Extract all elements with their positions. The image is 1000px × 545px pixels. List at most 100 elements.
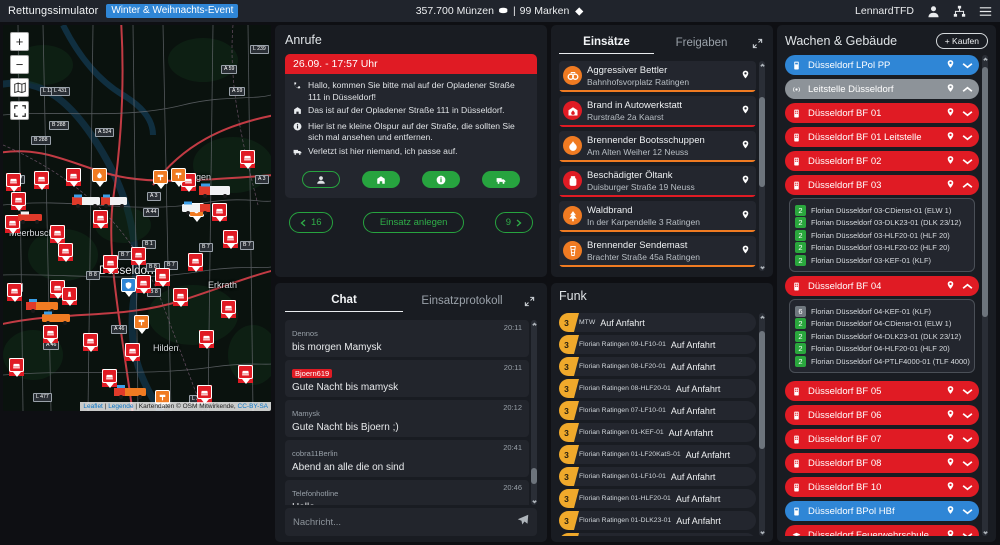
- location-pin-icon[interactable]: [946, 80, 955, 98]
- chevron-up-icon[interactable]: [962, 176, 973, 194]
- buildings-scrollbar-thumb[interactable]: [982, 67, 988, 317]
- location-pin-icon[interactable]: [946, 406, 955, 424]
- buildings-list[interactable]: Düsseldorf LPol PP Leitstelle Düsseldorf…: [785, 55, 988, 536]
- send-button[interactable]: [517, 513, 529, 531]
- chat-input-row[interactable]: [285, 508, 537, 536]
- leaflet-link[interactable]: Leaflet: [83, 403, 103, 410]
- radio-scrollbar-thumb[interactable]: [759, 331, 765, 449]
- map-marker[interactable]: [83, 333, 98, 352]
- legend-link[interactable]: Legende: [108, 403, 133, 410]
- create-mission-button[interactable]: Einsatz anlegen: [362, 212, 465, 233]
- unit-row[interactable]: 2 Florian Düsseldorf 04-PTLF4000-01 (TLF …: [795, 355, 970, 367]
- location-pin-icon[interactable]: [741, 172, 750, 190]
- map-marker[interactable]: [125, 343, 140, 362]
- zoom-out-button[interactable]: −: [10, 55, 29, 74]
- map-marker[interactable]: [43, 325, 58, 344]
- layers-button[interactable]: [10, 78, 29, 97]
- location-pin-icon[interactable]: [741, 137, 750, 155]
- menu-icon[interactable]: [979, 5, 992, 18]
- buy-building-button[interactable]: + Kaufen: [935, 33, 988, 49]
- map-marker[interactable]: [199, 330, 214, 349]
- map-marker[interactable]: [62, 287, 77, 306]
- chevron-down-icon[interactable]: [962, 478, 973, 496]
- building-row[interactable]: Düsseldorf BF 02: [785, 151, 979, 171]
- location-pin-icon[interactable]: [946, 104, 955, 122]
- map-marker[interactable]: [66, 168, 81, 187]
- unit-row[interactable]: 6 Florian Düsseldorf 04-KEF-01 (KLF): [795, 305, 969, 317]
- building-row[interactable]: Düsseldorf BF 01: [785, 103, 979, 123]
- location-pin-icon[interactable]: [946, 454, 955, 472]
- map-marker[interactable]: [6, 173, 21, 192]
- expand-chat-button[interactable]: [521, 296, 537, 307]
- map-marker[interactable]: [9, 358, 24, 377]
- license-link[interactable]: CC-BY-SA: [238, 403, 268, 410]
- chevron-up-icon[interactable]: [962, 80, 973, 98]
- previous-calls-button[interactable]: 16: [289, 212, 333, 233]
- missions-list[interactable]: Aggressiver Bettler Bahnhofsvorplatz Rat…: [559, 61, 765, 271]
- building-row[interactable]: Düsseldorf BF 10: [785, 477, 979, 497]
- chevron-down-icon[interactable]: [962, 406, 973, 424]
- chevron-up-icon[interactable]: [962, 277, 973, 295]
- map-marker[interactable]: [171, 168, 186, 187]
- chevron-down-icon[interactable]: [962, 152, 973, 170]
- map-marker[interactable]: [155, 268, 170, 287]
- person-action-button[interactable]: [302, 171, 340, 188]
- chevron-down-icon[interactable]: [962, 56, 973, 74]
- location-pin-icon[interactable]: [741, 242, 750, 260]
- radio-item[interactable]: 3 Florian Ratingen 09-LF10-01 Auf Anfahrt: [559, 335, 756, 354]
- mission-item[interactable]: Waldbrand In der Karpendelle 3 Ratingen: [559, 201, 756, 232]
- next-calls-button[interactable]: 9: [494, 212, 533, 233]
- radio-item[interactable]: 3 Florian Ratingen 01-KEF-01 Auf Anfahrt: [559, 423, 756, 442]
- map-marker[interactable]: [221, 300, 236, 319]
- map-canvas[interactable]: Meerbusch Düsseldorf Erkrath Hilden Rati…: [3, 25, 271, 411]
- building-row[interactable]: Düsseldorf BF 08: [785, 453, 979, 473]
- radio-item[interactable]: 3 Florian Ratingen 01-LF20KatS-01 Auf Anfa…: [559, 445, 756, 464]
- map-marker[interactable]: [131, 247, 146, 266]
- tab-freigaben[interactable]: Freigaben: [654, 34, 749, 54]
- radio-item[interactable]: 3Florian Ratingen 01-ELW1-02Auf Anfahrt: [559, 533, 756, 536]
- map-marker[interactable]: [197, 385, 212, 404]
- building-row[interactable]: Düsseldorf BF 07: [785, 429, 979, 449]
- chat-message-list[interactable]: Dennos 20:11 bis morgen Mamysk Bjoern619 20…: [285, 320, 537, 505]
- map-marker[interactable]: [136, 275, 151, 294]
- radio-item[interactable]: 3 Florian Ratingen 01-DLK23-01 Auf Anfahrt: [559, 511, 756, 530]
- radio-item[interactable]: 3 Florian Ratingen 07-LF10-01 Auf Anfahrt: [559, 401, 756, 420]
- map-marker[interactable]: [212, 203, 227, 222]
- chat-input[interactable]: [293, 516, 517, 528]
- radio-item[interactable]: 3 Florian Ratingen 01-LF10-01 Auf Anfahrt: [559, 467, 756, 486]
- unit-row[interactable]: 2 Florian Düsseldorf 03-HLF20-02 (HLF 20): [795, 242, 969, 253]
- building-row[interactable]: Düsseldorf BF 06: [785, 405, 979, 425]
- missions-scrollbar-thumb[interactable]: [759, 97, 765, 187]
- event-badge[interactable]: Winter & Weihnachts-Event: [106, 4, 239, 18]
- map-marker[interactable]: [7, 283, 22, 302]
- mission-item[interactable]: Brennender Sendemast Brachter Straße 45a…: [559, 236, 756, 267]
- building-row[interactable]: Düsseldorf Feuerwehrschule: [785, 525, 979, 536]
- fullscreen-button[interactable]: [10, 101, 29, 120]
- building-row[interactable]: Düsseldorf BF 01 Leitstelle: [785, 127, 979, 147]
- map-marker[interactable]: [92, 168, 107, 187]
- location-pin-icon[interactable]: [946, 526, 955, 536]
- radio-item[interactable]: 3 MTW Auf Anfahrt: [559, 313, 756, 332]
- radio-item[interactable]: 3 Florian Ratingen 08-LF20-01 Auf Anfahrt: [559, 357, 756, 376]
- location-pin-icon[interactable]: [946, 176, 955, 194]
- unit-row[interactable]: 2 Florian Düsseldorf 03-DLK23-01 (DLK 23/…: [795, 217, 969, 228]
- building-action-button[interactable]: [362, 171, 400, 188]
- chevron-down-icon[interactable]: [962, 454, 973, 472]
- location-pin-icon[interactable]: [946, 128, 955, 146]
- map-marker[interactable]: [134, 315, 149, 334]
- building-row[interactable]: Düsseldorf BF 05: [785, 381, 979, 401]
- location-pin-icon[interactable]: [946, 382, 955, 400]
- map-marker[interactable]: [240, 150, 255, 169]
- missions-scrollbar[interactable]: [759, 61, 765, 271]
- unit-row[interactable]: 2 Florian Düsseldorf 04-CDienst-01 (ELW 1…: [795, 318, 969, 329]
- location-pin-icon[interactable]: [946, 478, 955, 496]
- location-pin-icon[interactable]: [741, 67, 750, 85]
- chevron-down-icon[interactable]: [962, 104, 973, 122]
- map-marker[interactable]: [121, 278, 136, 297]
- location-pin-icon[interactable]: [946, 430, 955, 448]
- map-marker[interactable]: [50, 225, 65, 244]
- mission-item[interactable]: Beschädigter Öltank Duisburger Straße 19…: [559, 166, 756, 197]
- building-row[interactable]: Leitstelle Düsseldorf: [785, 79, 979, 99]
- username[interactable]: LennardTFD: [855, 5, 914, 17]
- radio-list[interactable]: 3 MTW Auf Anfahrt 3 Florian Ratingen 09-LF1…: [559, 313, 765, 536]
